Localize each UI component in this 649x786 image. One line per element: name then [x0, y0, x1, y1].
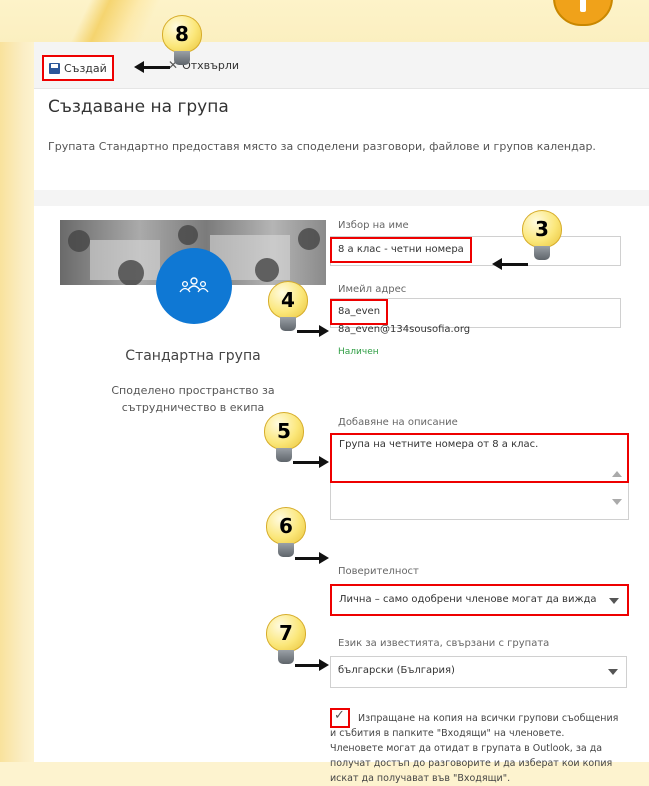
page-title: Създаване на група	[48, 97, 229, 117]
callout-5: 5	[264, 412, 304, 464]
save-icon	[49, 62, 60, 74]
lightbulb-icon: 4	[268, 281, 308, 319]
group-people-icon	[179, 277, 209, 293]
lightbulb-icon: 3	[522, 210, 562, 248]
email-availability-status: Наличен	[338, 347, 379, 357]
callout-3: 3	[522, 210, 562, 262]
callout-4-arrow	[297, 325, 329, 337]
lightbulb-icon: 5	[264, 412, 304, 450]
callout-3-arrow	[492, 258, 528, 270]
group-avatar	[156, 248, 232, 324]
lightbulb-icon: 6	[266, 507, 306, 545]
email-input[interactable]: 8a_even	[330, 299, 389, 325]
copy-messages-checkbox[interactable]	[330, 708, 350, 728]
lightbulb-icon: 7	[266, 614, 306, 652]
callout-7: 7	[266, 614, 306, 666]
privacy-label: Поверителност	[338, 566, 419, 577]
description-label: Добавяне на описание	[338, 417, 458, 428]
dropdown-caret-icon	[608, 669, 618, 675]
description-input[interactable]: Група на четните номера от 8 а клас.	[330, 433, 629, 483]
callout-5-arrow	[293, 456, 329, 468]
language-select[interactable]: български (България)	[330, 656, 627, 688]
section-divider	[34, 190, 649, 206]
name-input[interactable]: 8 а клас - четни номера	[330, 237, 472, 263]
dropdown-caret-icon	[609, 598, 619, 604]
callout-6: 6	[266, 507, 306, 559]
email-label: Имейл адрес	[338, 284, 407, 295]
left-decoration	[0, 42, 34, 762]
privacy-select[interactable]: Лична – само одобрени членове могат да в…	[330, 584, 629, 616]
callout-4: 4	[268, 281, 308, 333]
group-type-title: Стандартна група	[125, 348, 261, 364]
callout-8: 8	[162, 15, 202, 67]
language-label: Език за известията, свързани с групата	[338, 638, 550, 649]
page-description: Групата Стандартно предоставя място за с…	[48, 140, 596, 153]
callout-8-arrow	[134, 61, 170, 73]
toolbar: Създай ✕ Отхвърли	[34, 42, 649, 89]
create-button[interactable]: Създай	[42, 55, 114, 81]
create-group-panel: Създай ✕ Отхвърли Създаване на група Гру…	[34, 42, 649, 784]
lightbulb-icon: 8	[162, 15, 202, 53]
callout-6-arrow	[295, 552, 329, 564]
callout-7-arrow	[295, 659, 329, 671]
copy-messages-text: Изпращане на копия на всички групови съо…	[330, 713, 619, 784]
language-select-value: български (България)	[338, 665, 455, 676]
create-button-label: Създай	[64, 61, 107, 75]
group-type-description: Споделено пространство за сътрудничество…	[111, 384, 275, 414]
scroll-down-icon[interactable]	[612, 499, 622, 505]
privacy-select-value: Лична – само одобрени членове могат да в…	[339, 594, 597, 605]
email-address-preview: 8a_even@134sousofia.org	[338, 324, 471, 335]
name-label: Избор на име	[338, 220, 409, 231]
